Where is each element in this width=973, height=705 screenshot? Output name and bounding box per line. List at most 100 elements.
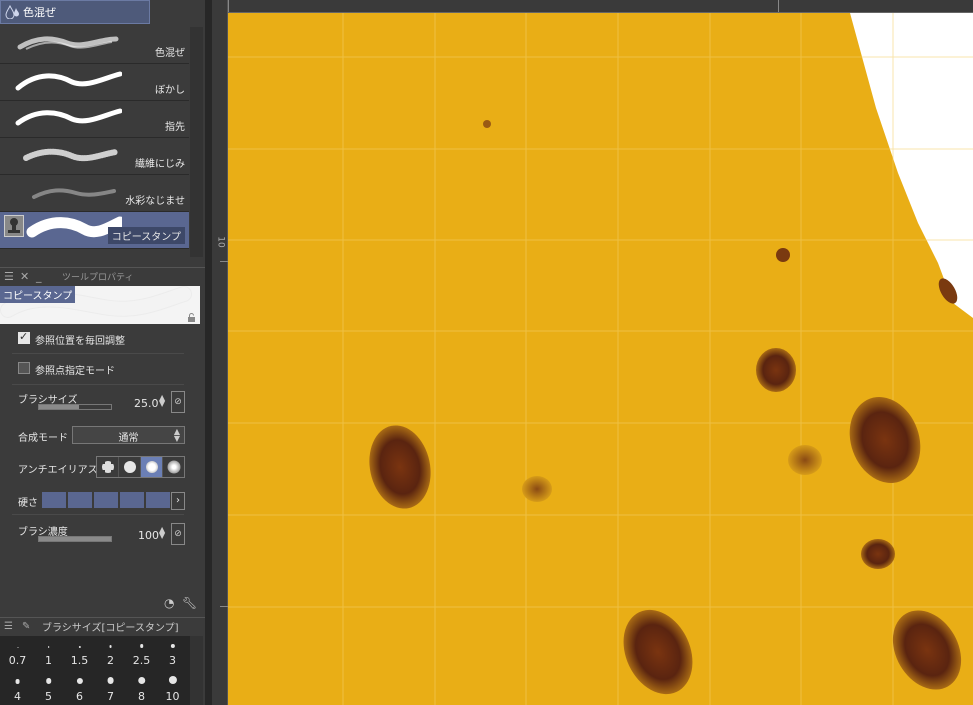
checkbox-icon[interactable] (18, 362, 30, 374)
brush-density-slider[interactable] (38, 536, 112, 542)
option-label: 参照位置を毎回調整 (35, 336, 125, 347)
tool-property-title: ツールプロパティ (62, 272, 134, 283)
subtool-item-label: 指先 (165, 122, 185, 133)
hardness-segment[interactable] (120, 492, 144, 508)
hardness-segment[interactable] (42, 492, 66, 508)
canvas[interactable] (228, 13, 973, 705)
brush-size-preset[interactable]: 7 (95, 670, 126, 703)
hardness-segment[interactable] (94, 492, 118, 508)
brush-size-preset[interactable]: 2.5 (126, 634, 157, 667)
lock-icon[interactable] (187, 313, 196, 322)
brush-size-dot (168, 675, 177, 684)
brush-size-preset[interactable]: 10 (157, 670, 188, 703)
menu-icon[interactable]: ☰ (4, 270, 16, 283)
menu-icon[interactable]: ☰ (4, 621, 22, 632)
brush-size-dot (76, 677, 83, 684)
brush-density-value[interactable]: 100 (138, 529, 159, 542)
brush-size-dot (139, 644, 144, 648)
brush-size-slider[interactable] (38, 404, 112, 410)
tool-property-footer: ◔ 🔧︎ (164, 596, 200, 610)
ruler-tick (228, 0, 229, 12)
subtool-item-color-mix[interactable]: 色混ぜ (0, 27, 189, 64)
hardness-segment[interactable] (146, 492, 170, 508)
brush-size-palette-scrollbar[interactable] (190, 636, 203, 705)
brush-size-preset[interactable]: 1 (33, 634, 64, 667)
brush-size-preset-label: 5 (45, 690, 52, 703)
brush-stroke-preview (32, 188, 116, 199)
brush-stroke-preview (17, 36, 119, 50)
brush-size-preset[interactable]: 4 (2, 670, 33, 703)
brush-size-preset[interactable]: 0.7 (2, 634, 33, 667)
brush-size-preset-label: 8 (138, 690, 145, 703)
minimize-icon[interactable]: _ (36, 270, 48, 283)
antialias-selector[interactable] (96, 456, 185, 478)
brush-size-preset[interactable]: 8 (126, 670, 157, 703)
brush-size-preset[interactable]: 3 (157, 634, 188, 667)
wrench-icon[interactable]: 🔧︎ (182, 596, 197, 610)
divider (12, 384, 184, 385)
panel-splitter[interactable] (205, 0, 212, 705)
banana-spots (369, 120, 962, 695)
option-label: 参照点指定モード (35, 366, 115, 377)
brush-size-preset-label: 10 (165, 690, 180, 703)
brush-size-preset-label: 2 (107, 654, 114, 667)
canvas-grid (228, 13, 973, 705)
brush-size-preset-label: 6 (76, 690, 83, 703)
spin-icon[interactable]: ▲ ▼ (159, 394, 165, 408)
brush-size-dot (107, 677, 114, 684)
brush-size-dot (15, 679, 20, 684)
blend-mode-select[interactable]: 通常 ▲ ▼ (72, 426, 185, 444)
pressure-icon[interactable]: ⊘ (171, 523, 185, 545)
blend-mode-value: 通常 (118, 433, 139, 444)
brush-size-preset-label: 7 (107, 690, 114, 703)
antialias-strong[interactable] (163, 457, 184, 477)
tool-preview-label: コピースタンプ (0, 286, 76, 303)
option-adjust-reference-each-time[interactable]: 参照位置を毎回調整 (0, 330, 205, 349)
brush-size-preset-label: 2.5 (132, 654, 151, 667)
ruler-number: 10 (215, 236, 226, 248)
canvas-artwork (228, 13, 973, 705)
brush-size-dot (78, 645, 81, 648)
antialias-medium[interactable] (141, 457, 163, 477)
close-icon[interactable]: ✕ (20, 270, 32, 283)
pressure-icon[interactable]: ⊘ (171, 391, 185, 413)
subtool-item-copy-stamp[interactable]: コピースタンプ (0, 212, 189, 249)
option-reference-point-mode[interactable]: 参照点指定モード (0, 361, 205, 379)
subtool-item-label: 色混ぜ (155, 48, 185, 59)
tool-property-preview: コピースタンプ (0, 286, 200, 324)
brush-size-preset-label: 4 (14, 690, 21, 703)
antialias-weak[interactable] (119, 457, 141, 477)
subtool-list: 色混ぜ ぼかし 指先 繊維にじみ 水彩なじませ コピースタンプ (0, 27, 189, 249)
brush-stroke-preview (26, 216, 122, 238)
hardness-segment[interactable] (68, 492, 92, 508)
spin-icon[interactable]: ▲ ▼ (159, 526, 165, 540)
water-drop-icon (5, 4, 21, 20)
subtool-item-blur[interactable]: ぼかし (0, 64, 189, 101)
brush-size-preset[interactable]: 2 (95, 634, 126, 667)
brush-size-dot (170, 643, 175, 648)
brush-size-preset[interactable]: 6 (64, 670, 95, 703)
hardness-label: 硬さ (18, 498, 38, 509)
subtool-item-fiber-bleed[interactable]: 繊維にじみ (0, 138, 189, 175)
subtool-item-watercolor-blend[interactable]: 水彩なじませ (0, 175, 189, 212)
brush-size-dot (109, 645, 112, 648)
antialias-label: アンチエイリアス (18, 465, 98, 476)
subtool-item-finger[interactable]: 指先 (0, 101, 189, 138)
brush-size-preset-label: 1.5 (70, 654, 89, 667)
brush-size-value[interactable]: 25.0 (134, 397, 159, 410)
antialias-none[interactable] (97, 457, 119, 477)
checkbox-icon[interactable] (18, 330, 30, 344)
brush-size-preset[interactable]: 1.5 (64, 634, 95, 667)
chevron-right-icon[interactable]: › (171, 492, 185, 510)
subtool-group-tab[interactable]: 色混ぜ (0, 0, 150, 24)
subtool-item-label: 繊維にじみ (135, 159, 185, 170)
subtool-scrollbar[interactable] (190, 27, 203, 257)
brush-stroke-preview (15, 71, 122, 91)
settings-icon[interactable]: ◔ (164, 596, 178, 610)
brush-icon: ✎ (22, 620, 31, 632)
brush-stroke-preview (15, 108, 122, 126)
brush-size-palette-titlebar: ☰ ✎ ブラシサイズ[コピースタンプ] (0, 617, 205, 634)
left-panel: 色混ぜ 色混ぜ ぼかし 指先 繊維にじみ 水彩なじませ コピースタンプ ☰ ✕ … (0, 0, 205, 705)
brush-size-preset[interactable]: 5 (33, 670, 64, 703)
brush-size-dot (137, 676, 146, 684)
